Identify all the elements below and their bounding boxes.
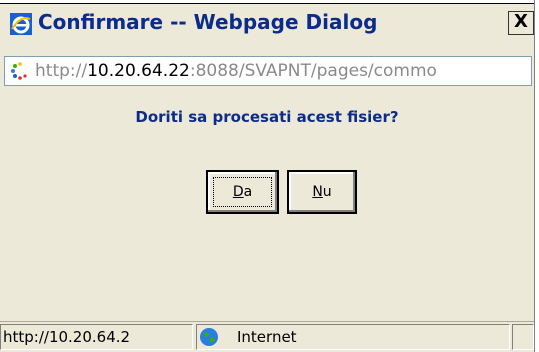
status-zone-label: Internet	[237, 328, 297, 346]
no-button[interactable]: Nu	[287, 170, 357, 214]
yes-button-mnemonic: D	[232, 184, 244, 200]
confirm-question: Doriti sa procesati acest fisier?	[135, 108, 399, 126]
screen-edge-right	[534, 0, 539, 352]
window-title: Confirmare -- Webpage Dialog	[38, 10, 378, 34]
status-resize-grip[interactable]	[512, 324, 534, 350]
globe-icon	[200, 328, 218, 346]
no-button-mnemonic: N	[312, 184, 323, 200]
dialog-window: Confirmare -- Webpage Dialog X http://10…	[0, 3, 534, 352]
title-bar[interactable]: Confirmare -- Webpage Dialog X	[0, 4, 534, 38]
loading-icon	[11, 62, 27, 80]
yes-button[interactable]: Da	[206, 170, 279, 214]
yes-button-label: a	[243, 184, 253, 200]
status-url: http://10.20.64.2	[0, 324, 193, 350]
close-button[interactable]: X	[508, 11, 534, 35]
status-bar: http://10.20.64.2 Internet	[0, 321, 534, 352]
address-path: :8088/SVAPNT/pages/commo	[189, 61, 437, 81]
address-host: 10.20.64.22	[87, 61, 190, 81]
ie-logo-icon	[10, 13, 32, 35]
address-url: http://10.20.64.22:8088/SVAPNT/pages/com…	[35, 57, 525, 85]
no-button-label: u	[322, 184, 332, 200]
address-bar: http://10.20.64.22:8088/SVAPNT/pages/com…	[4, 56, 532, 86]
status-zone: Internet	[196, 324, 510, 350]
address-prefix: http://	[35, 61, 88, 81]
